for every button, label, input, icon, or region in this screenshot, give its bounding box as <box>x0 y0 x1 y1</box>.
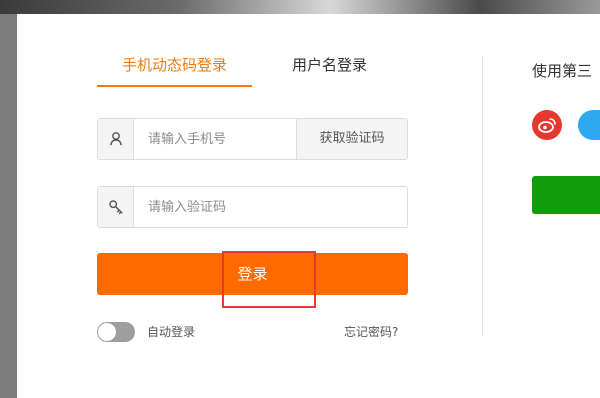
background-overlay <box>0 14 17 398</box>
login-button[interactable]: 登录 <box>97 253 408 295</box>
vertical-divider <box>482 56 483 336</box>
code-field <box>97 186 408 228</box>
auto-login-toggle[interactable] <box>97 322 135 342</box>
qq-icon[interactable] <box>578 110 600 140</box>
tab-sms-login[interactable]: 手机动态码登录 <box>97 54 252 76</box>
auto-login-label: 自动登录 <box>147 325 196 339</box>
phone-input[interactable] <box>135 119 297 159</box>
key-icon <box>98 187 134 227</box>
third-party-title: 使用第三 <box>532 62 593 80</box>
weibo-icon[interactable] <box>532 110 562 140</box>
get-code-button[interactable]: 获取验证码 <box>296 119 407 159</box>
tab-username-login[interactable]: 用户名登录 <box>272 54 387 76</box>
user-icon <box>98 119 134 159</box>
forgot-password-link[interactable]: 忘记密码? <box>344 323 398 341</box>
active-tab-indicator <box>97 85 252 87</box>
code-input[interactable] <box>135 187 405 227</box>
wechat-login-button[interactable] <box>532 176 600 214</box>
background-photo <box>0 0 600 14</box>
phone-field: 获取验证码 <box>97 118 408 160</box>
toggle-knob <box>98 323 116 341</box>
